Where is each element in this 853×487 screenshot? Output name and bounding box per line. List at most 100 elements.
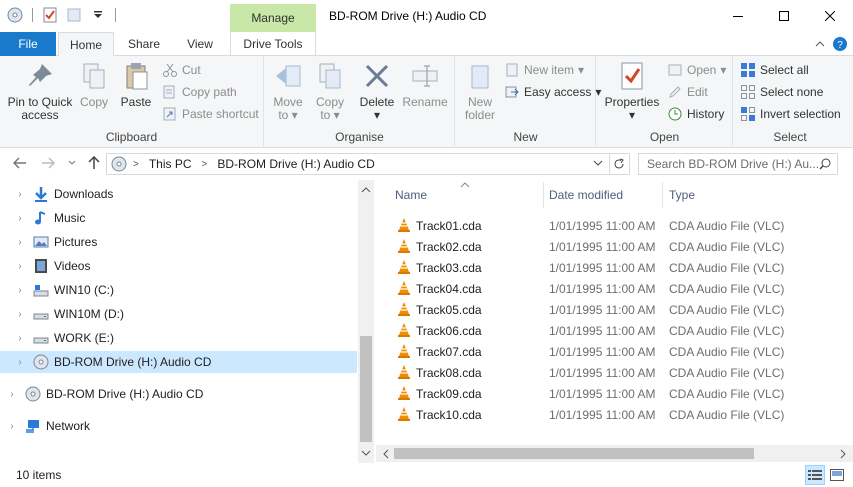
nav-pane-scrollbar[interactable]: [358, 180, 374, 463]
file-type: CDA Audio File (VLC): [669, 345, 785, 359]
copy-to-button[interactable]: Copy to ▾: [311, 60, 349, 122]
details-view-button[interactable]: [805, 465, 825, 485]
breadcrumb-this-pc[interactable]: This PC: [149, 157, 192, 171]
tab-home[interactable]: Home: [58, 32, 114, 57]
nav-item-win10m-d[interactable]: › WIN10M (D:): [0, 303, 357, 325]
nav-item-downloads[interactable]: › Downloads: [0, 183, 357, 205]
new-group: New folder New item ▾ Easy access ▾ New: [456, 56, 601, 148]
nav-item-win10-c[interactable]: › WIN10 (C:): [0, 279, 357, 301]
help-button[interactable]: ?: [832, 36, 848, 52]
chevron-right-icon[interactable]: ›: [15, 309, 25, 320]
chevron-right-icon[interactable]: ›: [15, 261, 25, 272]
table-row[interactable]: Track06.cda 1/01/1995 11:00 AM CDA Audio F…: [376, 320, 853, 341]
delete-button[interactable]: Delete ▾: [357, 60, 397, 122]
chevron-right-icon[interactable]: ›: [7, 389, 17, 400]
minimize-button[interactable]: [715, 0, 761, 32]
properties-button[interactable]: Properties ▾: [601, 60, 663, 122]
rename-icon: [412, 65, 438, 87]
chevron-right-icon[interactable]: ›: [15, 189, 25, 200]
nav-item-pictures[interactable]: › Pictures: [0, 231, 357, 253]
edit-icon: [669, 86, 681, 98]
paste-button[interactable]: Paste: [116, 60, 156, 109]
maximize-button[interactable]: [761, 0, 807, 32]
table-row[interactable]: Track10.cda 1/01/1995 11:00 AM CDA Audio F…: [376, 404, 853, 425]
chevron-right-icon[interactable]: ›: [15, 285, 25, 296]
file-name: Track10.cda: [416, 408, 482, 422]
new-item-button[interactable]: New item ▾: [504, 60, 584, 80]
breadcrumb-cd-drive[interactable]: BD-ROM Drive (H:) Audio CD: [217, 157, 374, 171]
nav-item-network[interactable]: › Network: [0, 415, 357, 437]
nav-item-cd-drive[interactable]: › BD-ROM Drive (H:) Audio CD: [0, 351, 357, 373]
table-row[interactable]: Track01.cda 1/01/1995 11:00 AM CDA Audio F…: [376, 215, 853, 236]
rename-button[interactable]: Rename: [401, 60, 449, 109]
column-divider[interactable]: [662, 182, 663, 208]
new-folder-button[interactable]: New folder: [458, 60, 502, 122]
select-none-button[interactable]: Select none: [740, 82, 823, 102]
address-dropdown-button[interactable]: [593, 158, 603, 168]
breadcrumb-separator[interactable]: >: [202, 159, 208, 170]
chevron-right-icon[interactable]: ›: [15, 357, 25, 368]
address-bar[interactable]: > This PC > BD-ROM Drive (H:) Audio CD: [106, 153, 610, 175]
tab-share[interactable]: Share: [118, 32, 170, 56]
customize-qat-icon[interactable]: [89, 6, 107, 24]
open-button[interactable]: Open ▾: [667, 60, 726, 80]
file-type: CDA Audio File (VLC): [669, 366, 785, 380]
chevron-right-icon[interactable]: ›: [7, 421, 17, 432]
drive-icon: [33, 306, 49, 322]
tab-manage[interactable]: Manage: [230, 4, 316, 32]
table-row[interactable]: Track09.cda 1/01/1995 11:00 AM CDA Audio F…: [376, 383, 853, 404]
column-divider[interactable]: [543, 182, 544, 208]
column-header-name[interactable]: Name: [395, 180, 543, 210]
column-header-date-modified[interactable]: Date modified: [549, 180, 661, 210]
refresh-button[interactable]: [608, 153, 630, 175]
table-row[interactable]: Track02.cda 1/01/1995 11:00 AM CDA Audio F…: [376, 236, 853, 257]
expand-ribbon-button[interactable]: [812, 36, 828, 52]
column-header-type[interactable]: Type: [669, 180, 789, 210]
nav-item-videos[interactable]: › Videos: [0, 255, 357, 277]
scrollbar-thumb[interactable]: [360, 336, 372, 442]
back-button[interactable]: [12, 155, 28, 171]
tab-view[interactable]: View: [176, 32, 224, 56]
up-button[interactable]: [86, 155, 102, 171]
nav-item-music[interactable]: › Music: [0, 207, 357, 229]
recent-locations-button[interactable]: [64, 155, 80, 171]
move-to-button[interactable]: Move to ▾: [269, 60, 307, 122]
scrollbar-thumb[interactable]: [394, 448, 754, 459]
table-row[interactable]: Track04.cda 1/01/1995 11:00 AM CDA Audio F…: [376, 278, 853, 299]
tab-file[interactable]: File: [0, 32, 56, 56]
chevron-right-icon[interactable]: ›: [15, 333, 25, 344]
select-all-button[interactable]: Select all: [740, 60, 809, 80]
move-to-label-2: to: [278, 108, 289, 122]
new-folder-icon[interactable]: [65, 6, 83, 24]
table-row[interactable]: Track08.cda 1/01/1995 11:00 AM CDA Audio F…: [376, 362, 853, 383]
history-button[interactable]: History: [667, 104, 724, 124]
nav-label: Downloads: [54, 187, 114, 201]
nav-item-work-e[interactable]: › WORK (E:): [0, 327, 357, 349]
copy-path-button[interactable]: Copy path: [162, 82, 237, 102]
chevron-right-icon[interactable]: ›: [15, 213, 25, 224]
table-row[interactable]: Track07.cda 1/01/1995 11:00 AM CDA Audio F…: [376, 341, 853, 362]
nav-item-cd-drive-root[interactable]: › BD-ROM Drive (H:) Audio CD: [0, 383, 357, 405]
nav-label: Music: [54, 211, 86, 225]
large-icons-view-button[interactable]: [827, 465, 847, 485]
tab-drive-tools[interactable]: Drive Tools: [230, 32, 316, 56]
cd-drive-icon[interactable]: [6, 6, 24, 24]
downloads-icon: [33, 186, 49, 202]
search-input[interactable]: Search BD-ROM Drive (H:) Au...: [638, 153, 838, 175]
table-row[interactable]: Track05.cda 1/01/1995 11:00 AM CDA Audio F…: [376, 299, 853, 320]
edit-button[interactable]: Edit: [667, 82, 708, 102]
pin-to-quick-access-button[interactable]: Pin to Quick access: [4, 60, 76, 122]
properties-icon[interactable]: [41, 6, 59, 24]
breadcrumb-separator[interactable]: >: [133, 159, 139, 170]
cut-button[interactable]: Cut: [162, 60, 201, 80]
table-row[interactable]: Track03.cda 1/01/1995 11:00 AM CDA Audio F…: [376, 257, 853, 278]
copy-button[interactable]: Copy: [76, 60, 112, 109]
file-name: Track09.cda: [416, 387, 482, 401]
forward-button[interactable]: [40, 155, 56, 171]
paste-shortcut-button[interactable]: Paste shortcut: [162, 104, 259, 124]
file-list-horizontal-scrollbar[interactable]: [376, 445, 853, 462]
invert-selection-button[interactable]: Invert selection: [740, 104, 841, 124]
chevron-right-icon[interactable]: ›: [15, 237, 25, 248]
easy-access-button[interactable]: Easy access ▾: [504, 82, 601, 102]
close-button[interactable]: [807, 0, 853, 32]
